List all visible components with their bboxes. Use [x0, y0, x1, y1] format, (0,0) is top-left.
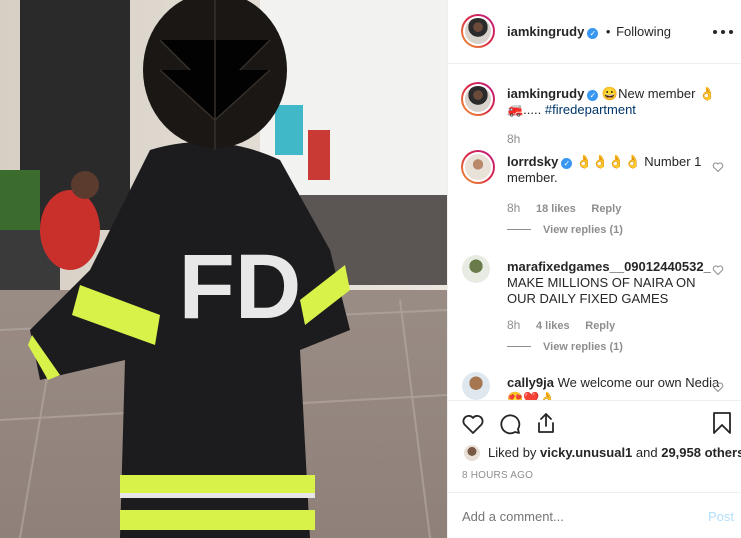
comment-item: cally9ja We welcome our own Nedia 😍❤️👌: [507, 375, 727, 400]
likes-middle: and: [632, 445, 662, 460]
verified-badge-icon: ✓: [561, 158, 573, 169]
caption-avatar[interactable]: [461, 82, 495, 116]
comment-bubble-icon[interactable]: [498, 412, 522, 436]
post-header: iamkingrudy ✓ • Following: [448, 0, 741, 64]
caption-text: 😀New member 👌: [601, 86, 716, 101]
post-details-panel: iamkingrudy ✓ • Following iamkingrudy ✓ 😀N…: [447, 0, 741, 538]
verified-badge-icon: ✓: [587, 90, 599, 101]
share-icon[interactable]: [534, 411, 558, 435]
comments-list[interactable]: iamkingrudy ✓ 😀New member 👌 🚒..... #fired…: [448, 64, 741, 400]
comment-text: MAKE MILLIONS OF NAIRA ON OUR DAILY FIXE…: [507, 275, 696, 306]
comment-time: 8h: [507, 318, 521, 332]
likes-summary: Liked by vicky.unusual1 and 29,958 other…: [488, 445, 741, 460]
add-comment-bar: Post: [448, 492, 741, 538]
like-comment-heart-icon[interactable]: [712, 161, 724, 173]
comment-meta: 8h 4 likes Reply: [507, 317, 615, 332]
liker-username[interactable]: vicky.unusual1: [540, 445, 632, 460]
reply-button[interactable]: Reply: [591, 203, 621, 215]
hashtag-link[interactable]: #firedepartment: [545, 102, 636, 117]
comment-item: lorrdsky ✓ 👌👌👌👌 Number 1 member.: [507, 154, 717, 186]
comment-username[interactable]: marafixedgames__09012440532_: [507, 259, 711, 274]
verified-badge-icon: ✓: [587, 28, 599, 39]
comment-likes[interactable]: 18 likes: [536, 203, 576, 215]
like-heart-icon[interactable]: [461, 412, 485, 436]
bookmark-icon[interactable]: [711, 411, 733, 435]
header-userline: iamkingrudy ✓ • Following: [507, 24, 671, 39]
caption-line2: 🚒.....: [507, 102, 545, 117]
divider: [507, 346, 531, 348]
more-options-icon[interactable]: [713, 22, 733, 42]
post-timestamp: 8 HOURS AGO: [462, 470, 534, 481]
post-actions: Liked by vicky.unusual1 and 29,958 other…: [448, 400, 741, 492]
caption-time: 8h: [507, 132, 521, 146]
view-replies[interactable]: View replies (1): [507, 338, 623, 353]
comment-username[interactable]: lorrdsky: [507, 154, 558, 169]
post-photo[interactable]: FD: [0, 0, 447, 538]
comment-likes[interactable]: 4 likes: [536, 320, 570, 332]
like-comment-heart-icon[interactable]: [712, 381, 724, 393]
comment-meta: 8h 18 likes Reply: [507, 200, 621, 215]
following-button[interactable]: Following: [616, 24, 671, 39]
reply-button[interactable]: Reply: [585, 320, 615, 332]
add-comment-input[interactable]: [462, 505, 682, 527]
post-comment-button[interactable]: Post: [708, 509, 734, 524]
commenter-avatar[interactable]: [462, 372, 490, 400]
liker-avatar[interactable]: [464, 445, 480, 461]
view-replies-label[interactable]: View replies (1): [543, 224, 623, 236]
follow-separator: •: [605, 24, 611, 39]
comment-username[interactable]: cally9ja: [507, 375, 554, 390]
likes-prefix: Liked by: [488, 445, 541, 460]
comment-time: 8h: [507, 201, 521, 215]
like-comment-heart-icon[interactable]: [712, 264, 724, 276]
commenter-avatar[interactable]: [461, 150, 495, 184]
author-avatar[interactable]: [461, 14, 495, 48]
jacket-fd-text: FD: [179, 236, 302, 338]
divider: [507, 229, 531, 231]
likes-others-link[interactable]: 29,958 others: [661, 445, 741, 460]
header-username[interactable]: iamkingrudy: [507, 24, 584, 39]
caption: iamkingrudy ✓ 😀New member 👌 🚒..... #fired…: [507, 86, 727, 118]
view-replies[interactable]: View replies (1): [507, 221, 623, 236]
post-photo-art: FD: [0, 0, 447, 538]
commenter-avatar[interactable]: [462, 255, 490, 283]
comment-item: marafixedgames__09012440532_ MAKE MILLIO…: [507, 259, 717, 307]
caption-username[interactable]: iamkingrudy: [507, 86, 584, 101]
view-replies-label[interactable]: View replies (1): [543, 341, 623, 353]
